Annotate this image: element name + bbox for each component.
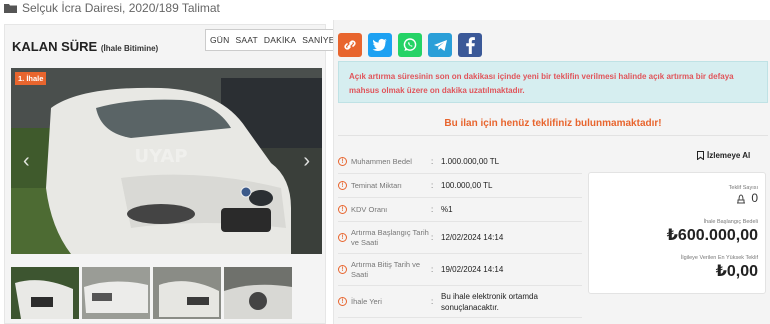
detail-row-deposit: ! Teminat Miktarı : 100.000,00 TL bbox=[338, 174, 582, 198]
countdown-box: GÜN SAAT DAKİKA SANİYE bbox=[205, 29, 340, 51]
facebook-icon bbox=[466, 37, 475, 54]
watermark: UYAP bbox=[134, 146, 187, 167]
watch-button[interactable]: İzlemeye Al bbox=[697, 151, 750, 160]
detail-label: Artırma Başlangıç Tarih ve Saati bbox=[351, 227, 429, 247]
thumbnail[interactable] bbox=[82, 267, 150, 319]
auction-details-list: ! Muhammen Bedel : 1.000.000,00 TL ! Tem… bbox=[338, 150, 582, 318]
telegram-icon bbox=[433, 39, 447, 51]
telegram-share-button[interactable] bbox=[428, 33, 452, 57]
offer-count-value: 0 bbox=[751, 191, 758, 205]
detail-label: İhale Yeri bbox=[351, 296, 382, 306]
remaining-time-subtitle: (İhale Bitimine) bbox=[100, 44, 159, 53]
countdown-seconds: SANİYE bbox=[302, 35, 335, 45]
page-title: Selçuk İcra Dairesi, 2020/189 Talimat bbox=[22, 1, 220, 15]
detail-label: KDV Oranı bbox=[351, 204, 388, 214]
highest-bid: İlgileye Verilen En Yüksek Teklif ₺0,00 bbox=[681, 255, 758, 281]
folder-icon bbox=[4, 4, 17, 13]
detail-row-start-date: ! Artırma Başlangıç Tarih ve Saati : 12/… bbox=[338, 222, 582, 254]
thumbnail[interactable] bbox=[224, 267, 292, 319]
auction-details-panel: Açık artırma süresinin son on dakikası i… bbox=[333, 20, 770, 324]
detail-row-end-date: ! Artırma Bitiş Tarih ve Saati : 19/02/2… bbox=[338, 254, 582, 286]
bid-summary-box: Teklif Sayısı 0 İhale Başlangıç Bedeli ₺… bbox=[588, 172, 766, 294]
info-icon: ! bbox=[338, 157, 347, 166]
extension-notice: Açık artırma süresinin son on dakikası i… bbox=[338, 61, 768, 103]
countdown-minutes: DAKİKA bbox=[263, 35, 297, 45]
detail-value: Bu ihale elektronik ortamda sonuçlanacak… bbox=[441, 291, 538, 312]
start-price-value: ₺600.000,00 bbox=[666, 227, 758, 244]
auction-round-badge: 1. İhale bbox=[15, 72, 47, 85]
highest-bid-value: ₺0,00 bbox=[715, 263, 758, 280]
next-photo-button[interactable]: › bbox=[303, 150, 310, 173]
detail-value: 12/02/2024 14:14 bbox=[441, 233, 504, 242]
detail-label: Teminat Miktarı bbox=[351, 180, 402, 190]
no-bid-message: Bu ilan için henüz teklifiniz bulunmamak… bbox=[338, 112, 768, 136]
thumbnail[interactable] bbox=[153, 267, 221, 319]
countdown-hours: SAAT bbox=[235, 35, 258, 45]
info-icon: ! bbox=[338, 181, 347, 190]
detail-value: %1 bbox=[441, 205, 453, 214]
whatsapp-share-button[interactable] bbox=[398, 33, 422, 57]
link-share-button[interactable] bbox=[338, 33, 362, 57]
twitter-icon bbox=[372, 38, 387, 51]
auction-media-panel: KALAN SÜRE (İhale Bitimine) GÜN SAAT DAK… bbox=[4, 24, 340, 324]
remaining-time-title: KALAN SÜRE (İhale Bitimine) bbox=[12, 39, 158, 54]
whatsapp-icon bbox=[403, 38, 417, 51]
detail-row-vat: ! KDV Oranı : %1 bbox=[338, 198, 582, 222]
remaining-time-label: KALAN SÜRE bbox=[12, 39, 98, 54]
link-icon bbox=[344, 40, 356, 50]
offer-count: Teklif Sayısı 0 bbox=[729, 185, 758, 205]
watch-label: İzlemeye Al bbox=[707, 151, 751, 160]
start-price: İhale Başlangıç Bedeli ₺600.000,00 bbox=[667, 219, 758, 245]
detail-row-location: ! İhale Yeri : Bu ihale elektronik ortam… bbox=[338, 286, 582, 318]
detail-row-estimated-value: ! Muhammen Bedel : 1.000.000,00 TL bbox=[338, 150, 582, 174]
countdown-days: GÜN bbox=[210, 35, 230, 45]
info-icon: ! bbox=[338, 233, 347, 242]
main-photo[interactable]: UYAP 1. İhale ‹ › bbox=[11, 68, 322, 254]
facebook-share-button[interactable] bbox=[458, 33, 482, 57]
info-icon: ! bbox=[338, 297, 347, 306]
info-icon: ! bbox=[338, 205, 347, 214]
thumbnail[interactable] bbox=[11, 267, 79, 319]
share-buttons bbox=[338, 33, 482, 57]
detail-label: Muhammen Bedel bbox=[351, 156, 412, 166]
thumbnail-strip bbox=[11, 267, 292, 319]
detail-value: 100.000,00 TL bbox=[441, 181, 493, 190]
detail-value: 1.000.000,00 TL bbox=[441, 157, 500, 166]
car-photo-image: UYAP bbox=[11, 68, 322, 254]
auction-hammer-icon bbox=[737, 193, 746, 203]
bookmark-icon bbox=[697, 151, 704, 160]
info-icon: ! bbox=[338, 265, 347, 274]
twitter-share-button[interactable] bbox=[368, 33, 392, 57]
breadcrumb: Selçuk İcra Dairesi, 2020/189 Talimat bbox=[4, 0, 220, 16]
prev-photo-button[interactable]: ‹ bbox=[23, 150, 30, 173]
detail-value: 19/02/2024 14:14 bbox=[441, 265, 504, 274]
detail-label: Artırma Bitiş Tarih ve Saati bbox=[351, 259, 421, 279]
